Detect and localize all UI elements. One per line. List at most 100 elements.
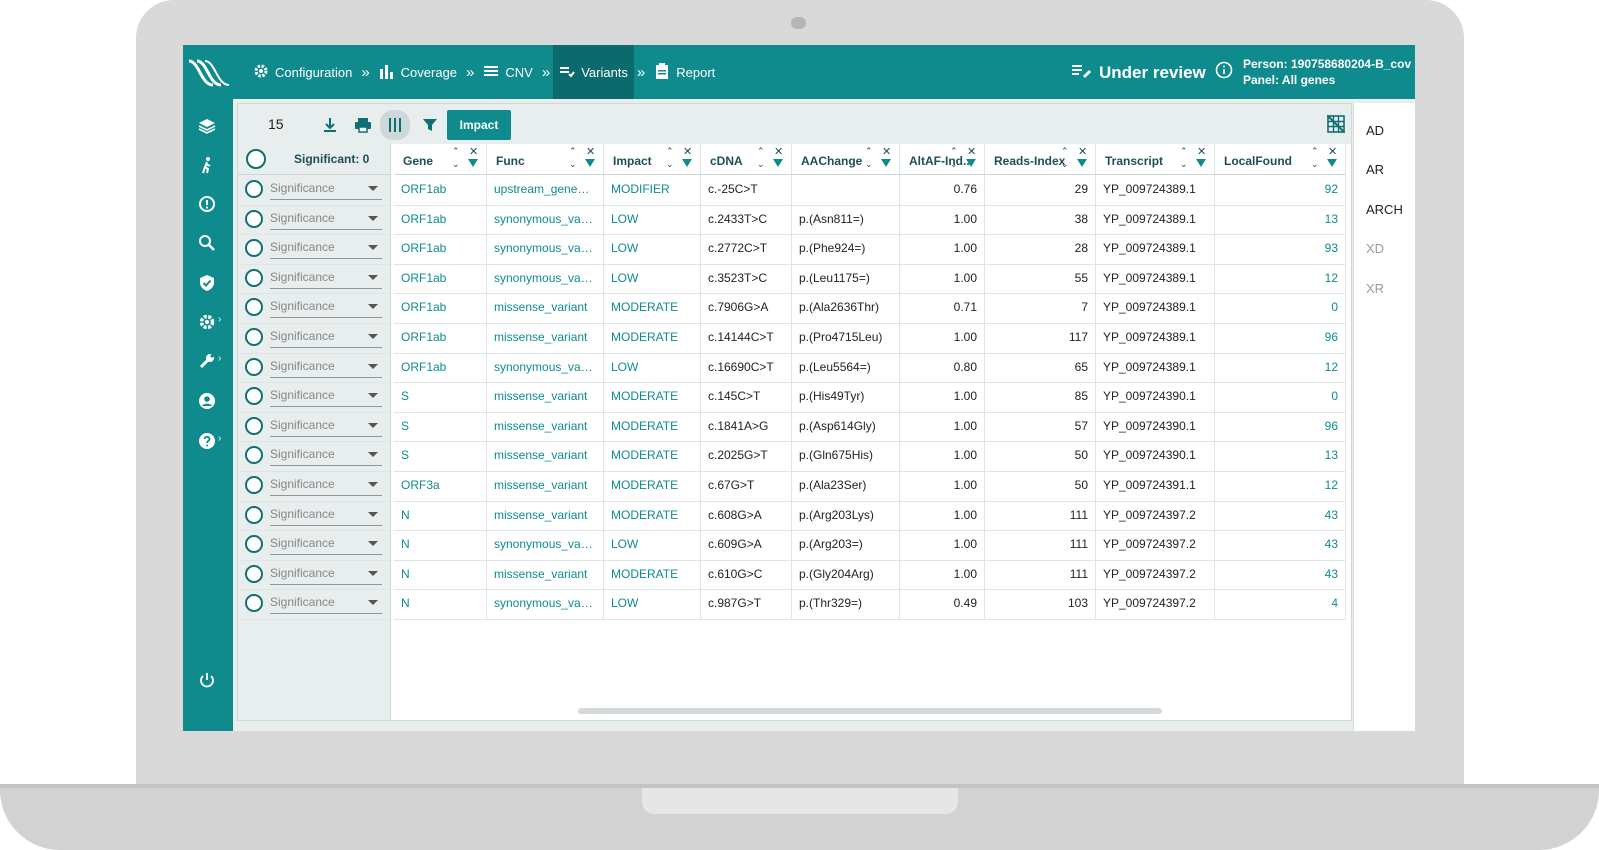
- close-icon[interactable]: ✕: [882, 145, 891, 158]
- sort-desc-icon[interactable]: ⌄: [1311, 159, 1319, 170]
- sort-asc-icon[interactable]: ⌃: [666, 146, 674, 157]
- close-icon[interactable]: ✕: [683, 145, 692, 158]
- table-row[interactable]: ORF1ab synonymous_vari... LOW c.2433T>C p.(A…: [394, 204, 1346, 236]
- power-icon[interactable]: [196, 669, 218, 691]
- significance-select[interactable]: Significance: [270, 507, 382, 526]
- filter-icon[interactable]: [966, 159, 976, 167]
- inheritance-xr[interactable]: XR: [1366, 281, 1384, 296]
- inheritance-arch[interactable]: ARCH: [1366, 202, 1403, 217]
- table-row[interactable]: ORF1ab missense_variant MODERATE c.7906G>A p…: [394, 293, 1346, 324]
- close-icon[interactable]: ✕: [1197, 145, 1206, 158]
- table-row[interactable]: ORF3a missense_variant MODERATE c.67G>T p.(A…: [394, 471, 1346, 502]
- filter-icon[interactable]: [585, 159, 595, 167]
- sort-asc-icon[interactable]: ⌃: [757, 146, 765, 157]
- inheritance-xd[interactable]: XD: [1366, 241, 1384, 256]
- table-row[interactable]: ORF1ab synonymous_vari... LOW c.16690C>T p.(…: [394, 352, 1346, 384]
- significance-select[interactable]: Significance: [270, 211, 382, 230]
- filter-icon[interactable]: [468, 159, 478, 167]
- help-icon[interactable]: [196, 430, 218, 452]
- table-row[interactable]: Smissense_variant MODERATE c.145C>T p.(His4…: [394, 382, 1346, 413]
- sort-asc-icon[interactable]: ⌃: [569, 146, 577, 157]
- column-header-aachange[interactable]: AAChange ⌃ ⌄ ✕: [792, 144, 900, 174]
- table-row[interactable]: Smissense_variant MODERATE c.1841A>G p.(Asp…: [394, 411, 1346, 443]
- inheritance-ar[interactable]: AR: [1366, 162, 1384, 177]
- filter-icon[interactable]: [1196, 159, 1206, 167]
- table-row[interactable]: Nsynonymous_vari... LOW c.987G>T p.(Thr329=…: [394, 589, 1346, 620]
- review-status[interactable]: Under review: [1071, 62, 1206, 83]
- table-row[interactable]: Nmissense_variant MODERATE c.608G>A p.(Arg2…: [394, 500, 1346, 532]
- close-icon[interactable]: ✕: [469, 145, 478, 158]
- column-header-impact[interactable]: Impact ⌃ ⌄ ✕: [604, 144, 701, 174]
- significance-select[interactable]: Significance: [270, 418, 382, 437]
- significance-select[interactable]: Significance: [270, 477, 382, 496]
- sort-asc-icon[interactable]: ⌃: [865, 146, 873, 157]
- row-checkbox[interactable]: [245, 416, 263, 435]
- nav-configuration[interactable]: Configuration: [247, 45, 358, 99]
- close-icon[interactable]: ✕: [1328, 145, 1337, 158]
- row-checkbox[interactable]: [245, 505, 263, 524]
- column-header-reads-index[interactable]: Reads-Index ⌃ ⌄ ✕: [985, 144, 1096, 174]
- table-row[interactable]: ORF1ab upstream_gene_v... MODIFIER c.-25C>T…: [394, 175, 1346, 206]
- significance-select[interactable]: Significance: [270, 359, 382, 378]
- horizontal-scrollbar[interactable]: [578, 708, 1162, 714]
- row-checkbox[interactable]: [245, 387, 263, 406]
- row-checkbox[interactable]: [245, 357, 263, 376]
- sort-desc-icon[interactable]: ⌄: [950, 159, 958, 170]
- filter-icon[interactable]: [417, 112, 443, 138]
- table-row[interactable]: ORF1ab synonymous_vari... LOW c.3523T>C p.(L…: [394, 263, 1346, 295]
- table-row[interactable]: Nmissense_variant MODERATE c.610G>C p.(Gly2…: [394, 559, 1346, 591]
- row-checkbox[interactable]: [245, 239, 263, 258]
- column-header-transcript[interactable]: Transcript ⌃ ⌄ ✕: [1096, 144, 1215, 174]
- row-checkbox[interactable]: [245, 446, 263, 465]
- row-checkbox[interactable]: [245, 268, 263, 287]
- column-header-gene[interactable]: Gene ⌃ ⌄ ✕: [394, 144, 487, 174]
- sort-asc-icon[interactable]: ⌃: [1311, 146, 1319, 157]
- significance-select[interactable]: Significance: [270, 447, 382, 467]
- sort-desc-icon[interactable]: ⌄: [757, 159, 765, 170]
- close-icon[interactable]: ✕: [774, 145, 783, 158]
- table-row[interactable]: ORF1ab synonymous_vari... LOW c.2772C>T p.(P…: [394, 234, 1346, 265]
- app-logo[interactable]: [183, 45, 233, 99]
- sort-desc-icon[interactable]: ⌄: [666, 159, 674, 170]
- row-checkbox[interactable]: [245, 180, 263, 198]
- table-row[interactable]: Smissense_variant MODERATE c.2025G>T p.(Gln…: [394, 441, 1346, 472]
- sort-asc-icon[interactable]: ⌃: [1061, 146, 1069, 157]
- close-icon[interactable]: ✕: [586, 145, 595, 158]
- significance-select[interactable]: Significance: [270, 329, 382, 348]
- select-all-checkbox[interactable]: [246, 149, 266, 169]
- settings-icon[interactable]: [196, 311, 218, 333]
- sort-desc-icon[interactable]: ⌄: [452, 159, 460, 170]
- sort-asc-icon[interactable]: ⌃: [1180, 146, 1188, 157]
- download-icon[interactable]: [317, 112, 343, 138]
- wrench-icon[interactable]: [196, 350, 218, 372]
- table-row[interactable]: Nsynonymous_vari... LOW c.609G>A p.(Arg203=…: [394, 530, 1346, 561]
- filter-icon[interactable]: [1327, 159, 1337, 167]
- impact-filter-button[interactable]: Impact: [447, 110, 511, 140]
- nav-variants[interactable]: Variants: [553, 45, 634, 99]
- sort-asc-icon[interactable]: ⌃: [950, 146, 958, 157]
- alert-icon[interactable]: [196, 193, 218, 215]
- row-checkbox[interactable]: [245, 328, 263, 346]
- row-checkbox[interactable]: [245, 535, 263, 554]
- grid-off-icon[interactable]: [1326, 114, 1346, 138]
- significance-select[interactable]: Significance: [270, 181, 382, 200]
- user-icon[interactable]: [196, 390, 218, 412]
- significance-select[interactable]: Significance: [270, 536, 382, 556]
- nav-cnv[interactable]: CNV: [477, 45, 538, 99]
- row-checkbox[interactable]: [245, 209, 263, 228]
- column-header-cdna[interactable]: cDNA ⌃ ⌄ ✕: [701, 144, 792, 174]
- close-icon[interactable]: ✕: [967, 145, 976, 158]
- row-checkbox[interactable]: [245, 298, 263, 317]
- walking-person-icon[interactable]: [196, 154, 218, 176]
- print-icon[interactable]: [350, 112, 376, 138]
- layers-icon[interactable]: [196, 115, 218, 137]
- significance-select[interactable]: Significance: [270, 270, 382, 289]
- nav-report[interactable]: Report: [648, 45, 721, 99]
- search-icon[interactable]: [196, 232, 218, 254]
- significance-select[interactable]: Significance: [270, 566, 382, 585]
- significance-select[interactable]: Significance: [270, 240, 382, 260]
- row-checkbox[interactable]: [245, 594, 263, 613]
- row-checkbox[interactable]: [245, 564, 263, 583]
- table-row[interactable]: ORF1ab missense_variant MODERATE c.14144C>T…: [394, 323, 1346, 354]
- sort-desc-icon[interactable]: ⌄: [1061, 159, 1069, 170]
